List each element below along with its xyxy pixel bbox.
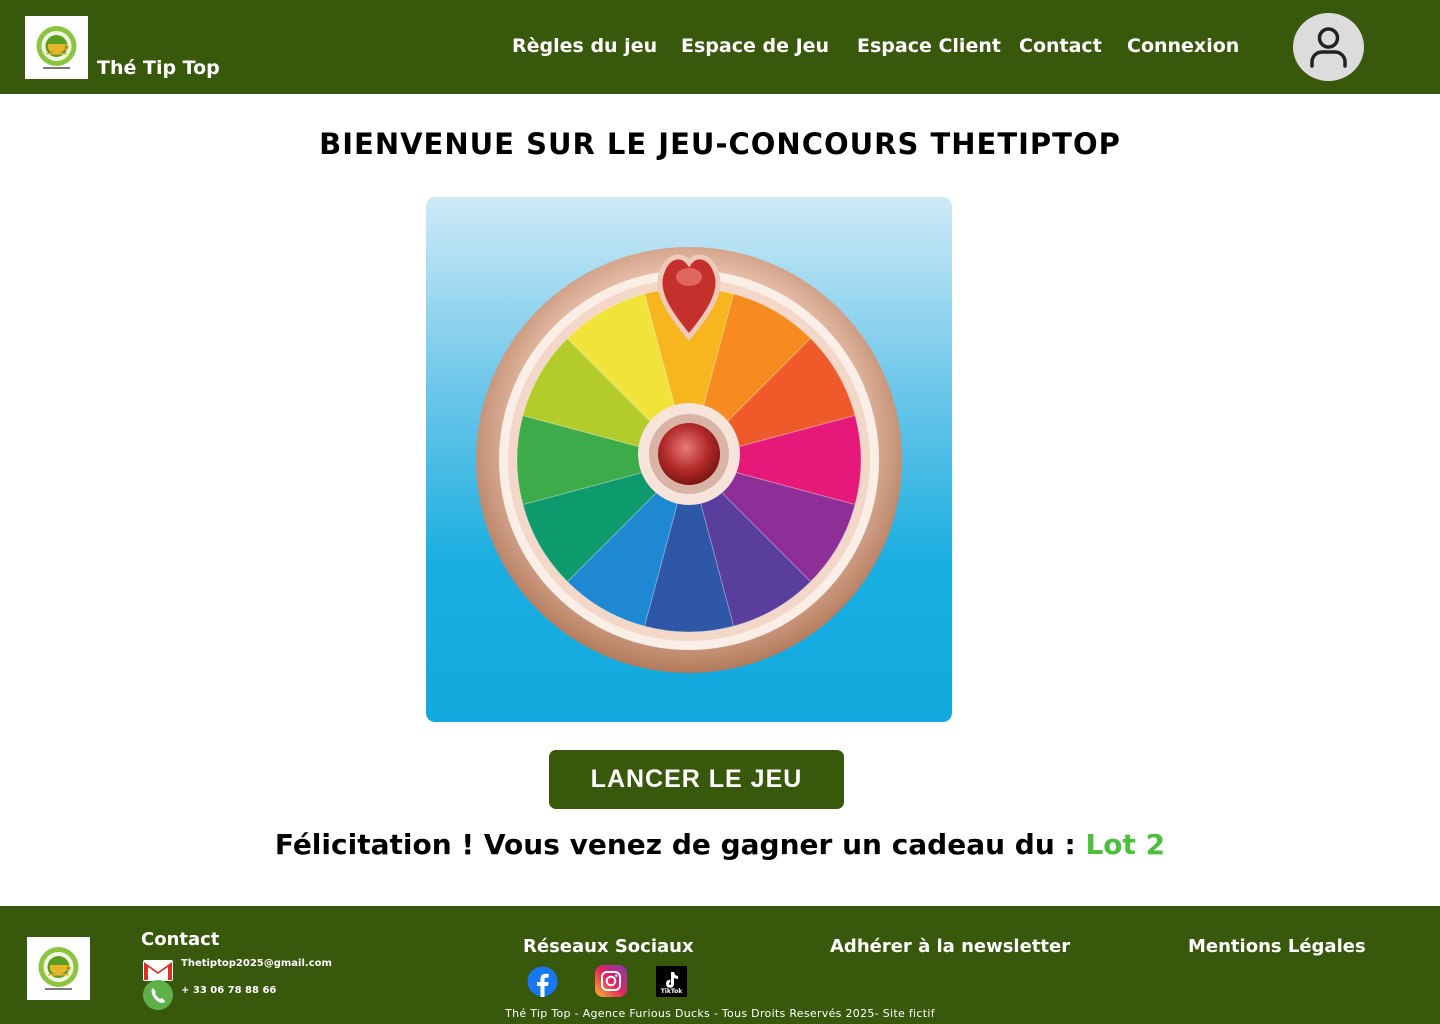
nav-connexion[interactable]: Connexion <box>1127 35 1239 57</box>
site-header: Thé Tip Top Règles du jeu Espace de Jeu … <box>0 0 1440 94</box>
instagram-icon[interactable] <box>595 965 627 1001</box>
facebook-icon[interactable] <box>527 966 558 1001</box>
footer-logo[interactable] <box>27 937 90 1000</box>
user-icon <box>1310 27 1347 68</box>
nav-espace-client[interactable]: Espace Client <box>857 35 1001 57</box>
site-footer: Contact Thetiptop2025@gmail.com + 33 06 … <box>0 906 1440 1024</box>
tea-cup-logo-icon <box>38 947 79 990</box>
footer-newsletter-link[interactable]: Adhérer à la newsletter <box>830 936 1070 957</box>
prize-wheel-icon <box>476 247 902 673</box>
footer-phone[interactable]: + 33 06 78 88 66 <box>181 985 276 996</box>
result-message: Félicitation ! Vous venez de gagner un c… <box>0 828 1440 861</box>
launch-game-button[interactable]: LANCER LE JEU <box>549 750 844 809</box>
user-avatar-button[interactable] <box>1293 13 1364 81</box>
nav-espace-de-jeu[interactable]: Espace de Jeu <box>681 35 829 57</box>
tiktok-label: TikTok <box>660 988 683 995</box>
footer-copyright: Thé Tip Top - Agence Furious Ducks - Tou… <box>505 1007 935 1020</box>
brand-name[interactable]: Thé Tip Top <box>97 57 220 79</box>
prize-lot: Lot 2 <box>1085 828 1166 861</box>
page-title: BIENVENUE SUR LE JEU-CONCOURS THETIPTOP <box>319 127 1121 161</box>
nav-regles-du-jeu[interactable]: Règles du jeu <box>512 35 657 57</box>
nav-contact[interactable]: Contact <box>1019 35 1102 57</box>
result-text: Félicitation ! Vous venez de gagner un c… <box>274 828 1086 861</box>
footer-social-heading: Réseaux Sociaux <box>523 936 694 957</box>
footer-email[interactable]: Thetiptop2025@gmail.com <box>181 958 332 969</box>
prize-wheel-image <box>426 197 952 722</box>
tea-cup-logo-icon <box>36 26 77 69</box>
tiktok-icon[interactable]: TikTok <box>656 966 687 997</box>
site-logo[interactable] <box>25 16 88 79</box>
footer-contact-heading: Contact <box>141 929 220 950</box>
footer-legal-link[interactable]: Mentions Légales <box>1188 936 1366 957</box>
